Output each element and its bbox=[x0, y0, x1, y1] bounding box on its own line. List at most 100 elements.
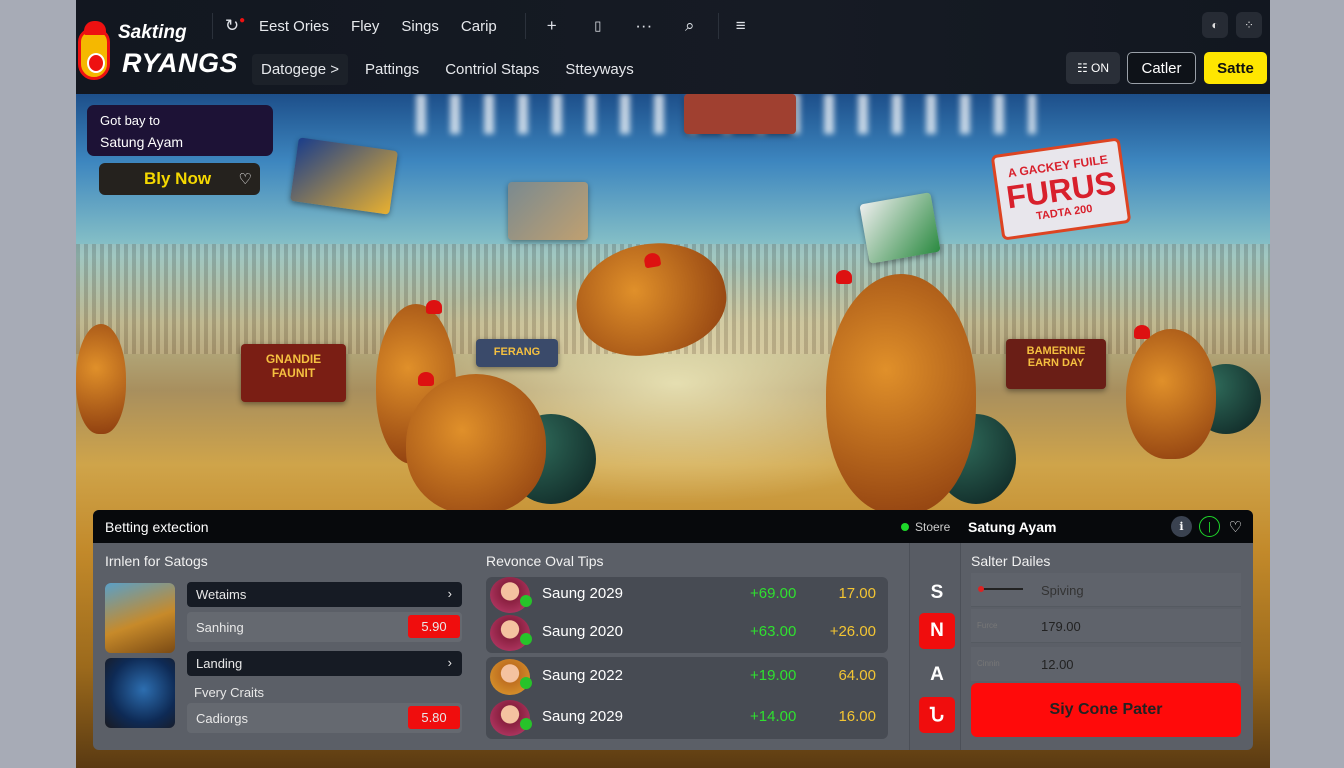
list-item-wetaims[interactable]: Wetaims › bbox=[187, 582, 462, 607]
billboard bbox=[508, 182, 588, 240]
tip-name: Saung 2029 bbox=[542, 708, 623, 725]
bet-row: Sanhing 5.90 bbox=[187, 612, 462, 642]
tip-row[interactable]: Saung 2029 +69.00 17.00 bbox=[486, 577, 888, 617]
place-bet-button[interactable]: Siy Cone Pater bbox=[971, 683, 1241, 737]
nav-item-eest-ories[interactable]: Eest Ories bbox=[259, 18, 329, 35]
avatar bbox=[490, 700, 532, 736]
left-section: Irnlen for Satogs Wetaims › Sanhing 5.90 L… bbox=[93, 543, 474, 750]
brand-line1: Sakting bbox=[118, 22, 187, 43]
menu-icon[interactable]: ≡ bbox=[731, 16, 751, 36]
detail-label: Furce bbox=[977, 621, 998, 630]
tip-row[interactable]: Saung 2022 +19.00 64.00 bbox=[486, 659, 888, 699]
panel-header: Betting extection Stoere Satung Ayam ℹ |… bbox=[93, 510, 1253, 543]
row-subtitle: Fvery Craits bbox=[194, 685, 265, 700]
row-label: Cadiorgs bbox=[196, 711, 249, 726]
billboard bbox=[290, 137, 398, 215]
detail-row[interactable]: Spiving bbox=[971, 573, 1241, 607]
heart-icon[interactable]: ♡ bbox=[1225, 516, 1246, 537]
online-dot-icon bbox=[901, 523, 909, 531]
rooster-thumbnail[interactable] bbox=[105, 583, 175, 653]
status-indicator: Stoere bbox=[901, 520, 950, 534]
divider bbox=[212, 13, 213, 39]
price-button[interactable]: 5.90 bbox=[408, 615, 460, 638]
subnav-stteyways[interactable]: Stteyways bbox=[556, 54, 642, 85]
buy-now-label: Bly Now bbox=[144, 169, 212, 188]
event-name: Satung Ayam bbox=[968, 519, 1057, 535]
mid-banner: FERANG bbox=[476, 339, 558, 367]
section-heading: Salter Dailes bbox=[971, 553, 1051, 569]
status-text: Stoere bbox=[915, 520, 951, 534]
plus-icon[interactable]: + bbox=[542, 16, 562, 36]
row-label: Sanhing bbox=[196, 620, 244, 635]
signal-icon[interactable]: | bbox=[1199, 516, 1220, 537]
detail-label: Cinnin bbox=[977, 659, 1000, 668]
section-heading: Revonce Oval Tips bbox=[486, 553, 604, 569]
nav-item-fley[interactable]: Fley bbox=[351, 18, 379, 35]
tip-row[interactable]: Saung 2020 +63.00 +26.00 bbox=[486, 615, 888, 655]
divider bbox=[717, 13, 719, 39]
slider-dot-icon bbox=[978, 586, 984, 592]
tip-group: Saung 2029 +69.00 17.00 Saung 2020 +63.00 +2… bbox=[486, 577, 888, 653]
letter-tab-s[interactable]: S bbox=[919, 575, 955, 611]
subnav-datogege[interactable]: Datogege > bbox=[252, 54, 348, 85]
top-nav: ↻ ● Eest Ories Fley Sings Carip + ▯ ··· ⌕… bbox=[200, 13, 777, 39]
tip-row[interactable]: Saung 2029 +14.00 16.00 bbox=[486, 700, 888, 740]
detail-row[interactable]: Furce 179.00 bbox=[971, 609, 1241, 643]
row-title: Wetaims bbox=[196, 587, 247, 602]
app-window: Sakting RYANGS ↻ ● Eest Ories Fley Sings … bbox=[76, 0, 1270, 768]
slider-line-icon bbox=[979, 588, 1023, 590]
detail-row[interactable]: Cinnin 12.00 bbox=[971, 647, 1241, 681]
letter-tab-a[interactable]: A bbox=[919, 657, 955, 693]
price-button[interactable]: 5.80 bbox=[408, 706, 460, 729]
rooster bbox=[826, 270, 976, 514]
tip-odds: +26.00 bbox=[829, 623, 876, 640]
letter-tab-4[interactable]: Ն bbox=[919, 697, 955, 733]
document-icon[interactable]: ▯ bbox=[588, 16, 608, 36]
buy-now-button[interactable]: Bly Now ♡ bbox=[99, 163, 260, 195]
avatar bbox=[490, 577, 532, 613]
toggle-on-button[interactable]: ☷ ON bbox=[1066, 52, 1120, 84]
chevron-right-icon: › bbox=[447, 586, 452, 601]
tip-name: Saung 2022 bbox=[542, 667, 623, 684]
nav-item-sings[interactable]: Sings bbox=[401, 18, 439, 35]
nav-item-carip[interactable]: Carip bbox=[461, 18, 497, 35]
more-icon[interactable]: ··· bbox=[634, 16, 654, 36]
list-item-landing[interactable]: Landing › bbox=[187, 651, 462, 676]
grid-icon[interactable]: ⁘ bbox=[1236, 12, 1262, 38]
avatar bbox=[490, 659, 532, 695]
rooster bbox=[406, 372, 546, 514]
rooster bbox=[1126, 325, 1216, 459]
promo-card[interactable]: Got bay to Satung Ayam bbox=[87, 105, 273, 156]
subnav-pattings[interactable]: Pattings bbox=[356, 54, 428, 85]
details-section: Salter Dailes Spiving Furce 179.00 Cinnin… bbox=[959, 543, 1253, 750]
subnav-contriol-staps[interactable]: Contriol Staps bbox=[436, 54, 548, 85]
bet-row: Cadiorgs 5.80 bbox=[187, 703, 462, 733]
save-button[interactable]: Satte bbox=[1204, 52, 1267, 84]
theme-icon[interactable]: ◐ bbox=[1202, 12, 1228, 38]
tip-odds: 16.00 bbox=[838, 708, 876, 725]
tip-group: Saung 2022 +19.00 64.00 Saung 2029 +14.00 16… bbox=[486, 657, 888, 739]
header: Sakting RYANGS ↻ ● Eest Ories Fley Sings … bbox=[76, 0, 1270, 94]
rooster-thumbnail[interactable] bbox=[105, 658, 175, 728]
furus-ad-banner: A GACKEY FUILE FURUS TADTA 200 bbox=[990, 137, 1132, 241]
billboard bbox=[684, 94, 796, 134]
info-icon[interactable]: ℹ bbox=[1171, 516, 1192, 537]
brand-line2: RYANGS bbox=[122, 48, 239, 78]
detail-value: Spiving bbox=[1041, 583, 1084, 598]
detail-value: 12.00 bbox=[1041, 657, 1074, 672]
section-heading: Irnlen for Satogs bbox=[105, 553, 208, 569]
heart-icon[interactable]: ♡ bbox=[239, 170, 252, 188]
tip-change: +63.00 bbox=[750, 623, 797, 640]
refresh-notification-icon[interactable]: ↻ ● bbox=[225, 15, 245, 36]
letter-tab-n[interactable]: N bbox=[919, 613, 955, 649]
rooster bbox=[76, 324, 126, 434]
caller-button[interactable]: Catler bbox=[1127, 52, 1196, 84]
tip-odds: 64.00 bbox=[838, 667, 876, 684]
rooster-mascot-icon bbox=[78, 21, 110, 80]
tips-section: Revonce Oval Tips Saung 2029 +69.00 17.00 … bbox=[474, 543, 890, 750]
panel-title: Betting extection bbox=[105, 519, 209, 535]
chevron-right-icon: › bbox=[447, 655, 452, 670]
promo-line1: Got bay to bbox=[100, 113, 160, 128]
sub-nav: Datogege > Pattings Contriol Staps Sttey… bbox=[252, 54, 643, 85]
search-icon[interactable]: ⌕ bbox=[680, 16, 700, 36]
